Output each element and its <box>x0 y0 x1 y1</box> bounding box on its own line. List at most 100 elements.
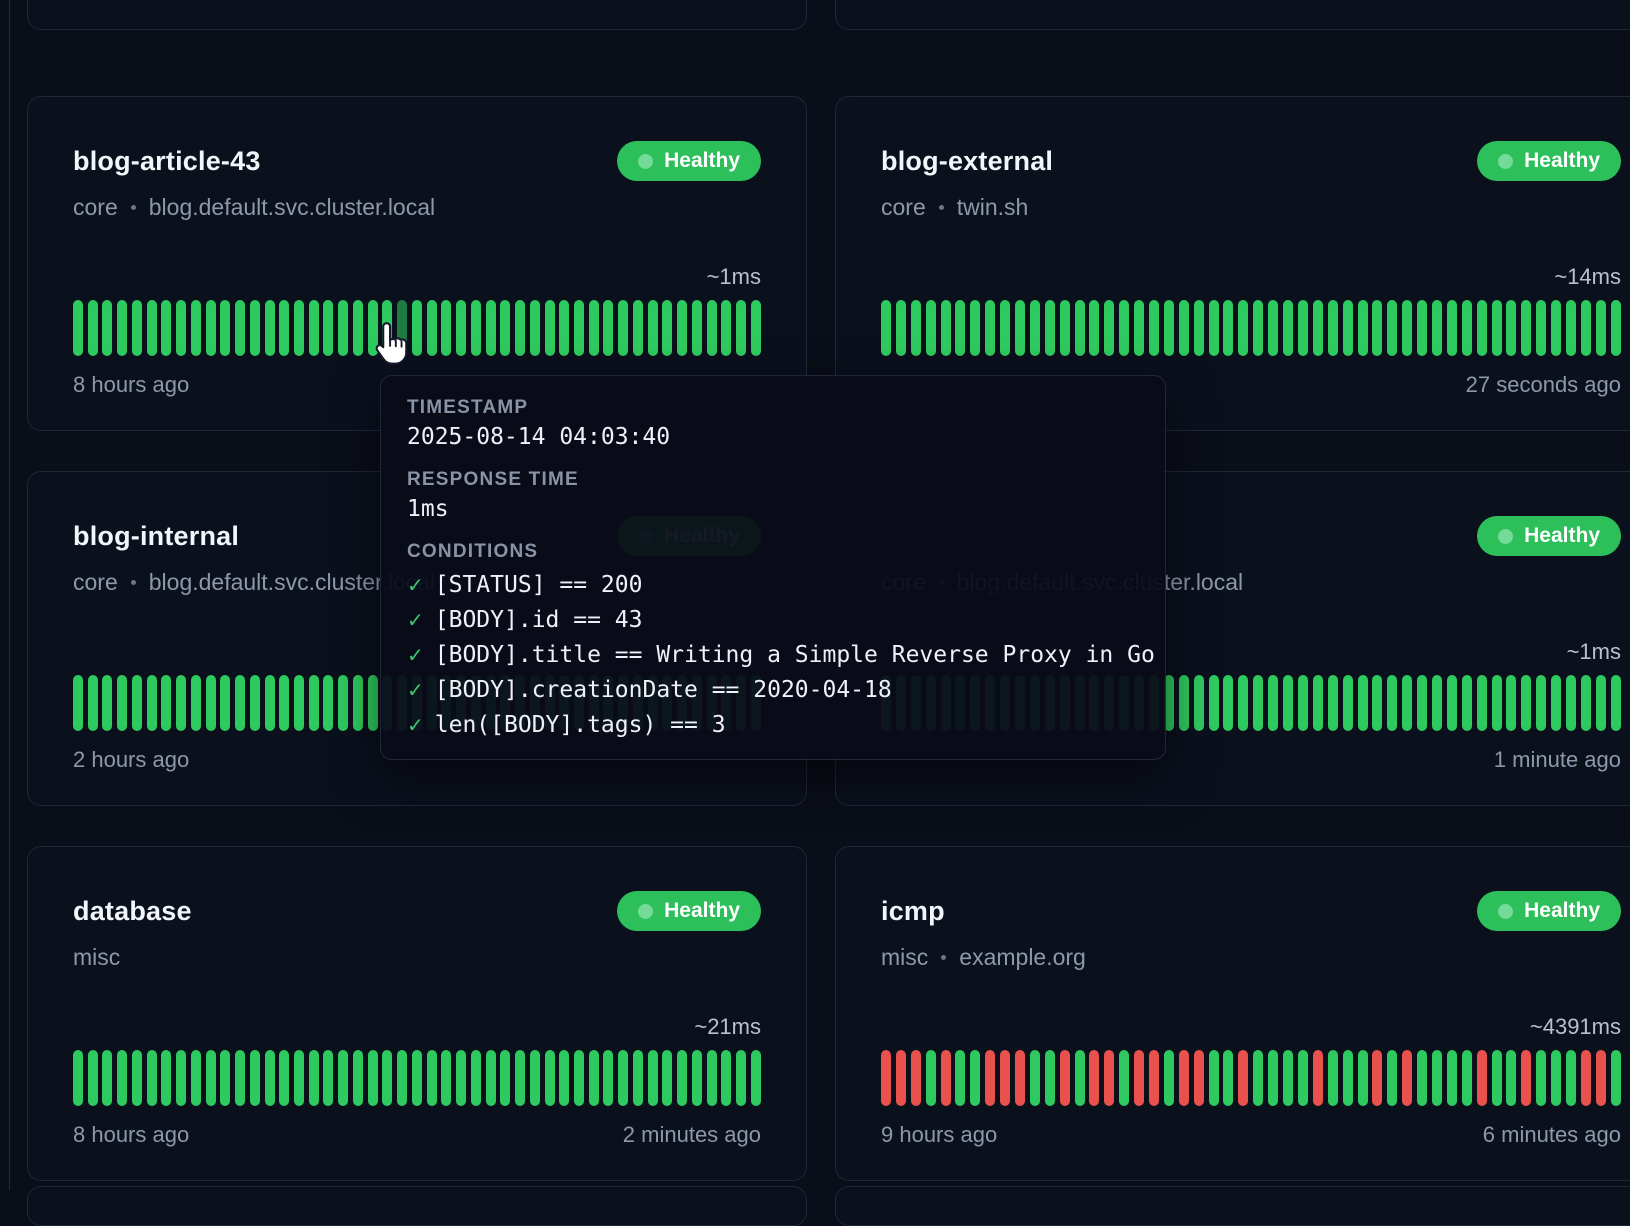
health-bar-success[interactable] <box>1283 675 1293 731</box>
health-bar-success[interactable] <box>692 1050 702 1106</box>
health-bar-success[interactable] <box>926 300 936 356</box>
health-bar-failure[interactable] <box>1089 1050 1099 1106</box>
health-bar-success[interactable] <box>427 300 437 356</box>
health-bar-failure[interactable] <box>881 1050 891 1106</box>
health-bar-success[interactable] <box>1223 300 1233 356</box>
health-bar-success[interactable] <box>648 300 658 356</box>
health-bar-success[interactable] <box>73 675 83 731</box>
health-bar-success[interactable] <box>117 675 127 731</box>
health-bar-success[interactable] <box>161 1050 171 1106</box>
health-bar-success[interactable] <box>1313 300 1323 356</box>
health-bar-success[interactable] <box>412 1050 422 1106</box>
health-bar-failure[interactable] <box>941 1050 951 1106</box>
health-bar-success[interactable] <box>648 1050 658 1106</box>
health-bar-success[interactable] <box>515 1050 525 1106</box>
health-bar-success[interactable] <box>265 1050 275 1106</box>
health-bar-success[interactable] <box>1506 675 1516 731</box>
health-bar-success[interactable] <box>707 1050 717 1106</box>
health-bar-success[interactable] <box>206 675 216 731</box>
health-bar-success[interactable] <box>427 1050 437 1106</box>
health-bar-success[interactable] <box>1179 300 1189 356</box>
health-bar-success[interactable] <box>574 1050 584 1106</box>
health-bar-success[interactable] <box>397 1050 407 1106</box>
health-bar-success[interactable] <box>1581 300 1591 356</box>
health-bar-success[interactable] <box>265 300 275 356</box>
health-bar-success[interactable] <box>161 675 171 731</box>
health-bar-failure[interactable] <box>1238 1050 1248 1106</box>
health-bar-success[interactable] <box>176 300 186 356</box>
health-bar-success[interactable] <box>1209 300 1219 356</box>
health-bar-failure[interactable] <box>1060 1050 1070 1106</box>
health-bar-success[interactable] <box>692 300 702 356</box>
health-bar-success[interactable] <box>1223 1050 1233 1106</box>
health-bar-success[interactable] <box>955 300 965 356</box>
health-bar-success[interactable] <box>618 300 628 356</box>
health-bar-success[interactable] <box>1343 1050 1353 1106</box>
health-bar-success[interactable] <box>530 300 540 356</box>
health-bar-success[interactable] <box>1551 675 1561 731</box>
health-bar-success[interactable] <box>1417 1050 1427 1106</box>
health-bar-success[interactable] <box>1268 675 1278 731</box>
health-bar-success[interactable] <box>73 300 83 356</box>
health-bar-success[interactable] <box>1343 675 1353 731</box>
health-bar-success[interactable] <box>1283 300 1293 356</box>
health-bar-success[interactable] <box>1253 300 1263 356</box>
health-bar-success[interactable] <box>1566 1050 1576 1106</box>
health-bar-success[interactable] <box>294 300 304 356</box>
health-bar-success[interactable] <box>500 1050 510 1106</box>
health-bar-success[interactable] <box>1462 675 1472 731</box>
health-bar-success[interactable] <box>589 1050 599 1106</box>
health-bar-success[interactable] <box>1611 300 1621 356</box>
health-bar-success[interactable] <box>1179 675 1189 731</box>
health-bar-success[interactable] <box>147 675 157 731</box>
health-bar-success[interactable] <box>456 1050 466 1106</box>
health-bar-success[interactable] <box>441 300 451 356</box>
health-bar-success[interactable] <box>736 1050 746 1106</box>
health-bar-success[interactable] <box>707 300 717 356</box>
health-bar-success[interactable] <box>896 300 906 356</box>
health-bar-success[interactable] <box>456 300 466 356</box>
health-bar-success[interactable] <box>1253 1050 1263 1106</box>
health-bar-success[interactable] <box>1566 675 1576 731</box>
health-bar-success[interactable] <box>176 1050 186 1106</box>
health-bar-success[interactable] <box>88 300 98 356</box>
health-bar-success[interactable] <box>1283 1050 1293 1106</box>
health-bar-success[interactable] <box>176 675 186 731</box>
health-bar-success[interactable] <box>235 300 245 356</box>
health-bar-success[interactable] <box>1477 675 1487 731</box>
health-bar-success[interactable] <box>309 675 319 731</box>
health-bar-success[interactable] <box>1477 300 1487 356</box>
health-bar-success[interactable] <box>486 1050 496 1106</box>
health-bar-success[interactable] <box>1566 300 1576 356</box>
health-bar-success[interactable] <box>662 1050 672 1106</box>
health-bar-success[interactable] <box>353 675 363 731</box>
health-bar-success[interactable] <box>132 1050 142 1106</box>
health-bar-failure[interactable] <box>1402 1050 1412 1106</box>
health-bar-success[interactable] <box>279 675 289 731</box>
health-bar-success[interactable] <box>589 300 599 356</box>
health-bar-success[interactable] <box>1417 300 1427 356</box>
health-bar-success[interactable] <box>721 300 731 356</box>
health-bar-success[interactable] <box>1551 300 1561 356</box>
health-bar-failure[interactable] <box>1149 1050 1159 1106</box>
health-bar-success[interactable] <box>1402 300 1412 356</box>
health-bar-failure[interactable] <box>985 1050 995 1106</box>
health-bar-success[interactable] <box>1045 1050 1055 1106</box>
health-bar-success[interactable] <box>161 300 171 356</box>
health-bar-success[interactable] <box>309 300 319 356</box>
health-bar-success[interactable] <box>1581 675 1591 731</box>
health-bar-failure[interactable] <box>1313 1050 1323 1106</box>
health-bar-success[interactable] <box>147 1050 157 1106</box>
health-bar-success[interactable] <box>279 1050 289 1106</box>
health-bar-failure[interactable] <box>896 1050 906 1106</box>
health-bar-success[interactable] <box>1060 300 1070 356</box>
health-bar-success[interactable] <box>323 300 333 356</box>
health-bar-failure[interactable] <box>1372 1050 1382 1106</box>
health-bar-success[interactable] <box>1328 1050 1338 1106</box>
health-bar-success[interactable] <box>1521 300 1531 356</box>
health-bar-success[interactable] <box>1253 675 1263 731</box>
health-bar-success[interactable] <box>382 1050 392 1106</box>
health-bar-success[interactable] <box>1596 300 1606 356</box>
health-bar-success[interactable] <box>500 300 510 356</box>
health-bar-success[interactable] <box>1298 1050 1308 1106</box>
